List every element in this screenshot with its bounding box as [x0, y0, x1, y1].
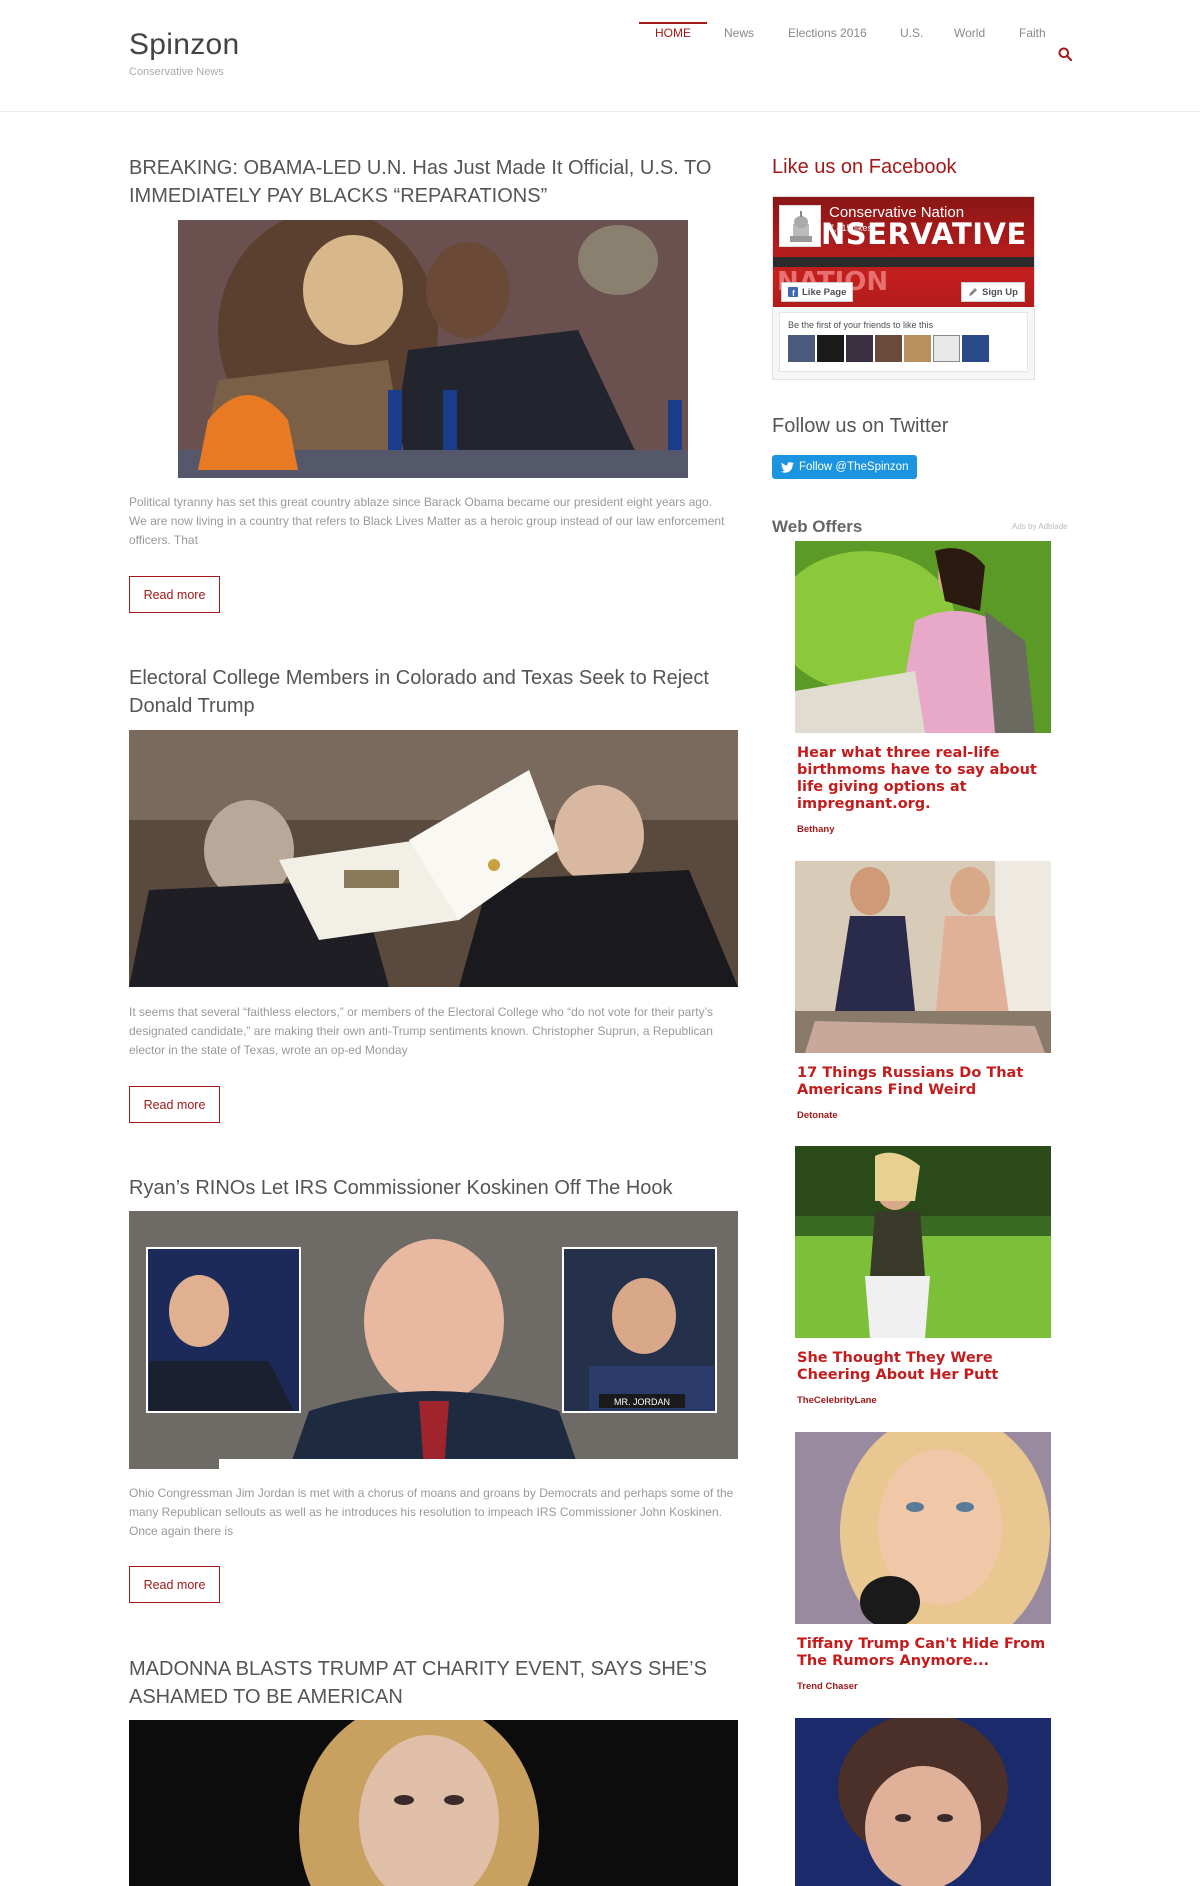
- facebook-icon: f: [788, 287, 798, 297]
- site-header: Spinzon Conservative News HOME News Elec…: [0, 0, 1200, 112]
- friend-avatar[interactable]: [962, 335, 989, 362]
- friend-avatar[interactable]: [875, 335, 902, 362]
- twitter-heading: Follow us on Twitter: [772, 415, 949, 437]
- ad-source[interactable]: Trend Chaser: [795, 1681, 1051, 1692]
- facebook-page-name[interactable]: Conservative Nation: [829, 204, 964, 221]
- friend-avatar[interactable]: [788, 335, 815, 362]
- image-caption-jordan: MR. JORDAN: [614, 1397, 670, 1407]
- site-tagline: Conservative News: [129, 66, 224, 78]
- ad-provider-label[interactable]: Ads by Adblade: [1012, 522, 1068, 531]
- nav-item-us[interactable]: U.S.: [900, 26, 923, 40]
- article-image[interactable]: MR. JORDAN: [129, 1211, 738, 1469]
- ad-headline[interactable]: 17 Things Russians Do That Americans Fin…: [795, 1065, 1051, 1099]
- capitol-logo-icon[interactable]: [779, 205, 821, 247]
- facebook-friends-panel: Be the first of your friends to like thi…: [779, 312, 1028, 372]
- friend-avatar[interactable]: [933, 335, 960, 362]
- ad-source[interactable]: TheCelebrityLane: [795, 1395, 1051, 1406]
- facebook-like-button[interactable]: f Like Page: [781, 282, 854, 302]
- article-excerpt: It seems that several “faithless elector…: [129, 1005, 714, 1057]
- ad-headline[interactable]: Tiffany Trump Can't Hide From The Rumors…: [795, 1636, 1051, 1670]
- facebook-like-count: 7,415 likes: [829, 223, 873, 233]
- brand[interactable]: Spinzon Conservative News: [129, 28, 240, 78]
- facebook-cover[interactable]: NSERVATIVE NATION Conservative Nation 7,…: [773, 197, 1034, 307]
- search-icon[interactable]: [1058, 47, 1072, 61]
- web-offers-heading: Web Offers: [772, 517, 863, 536]
- friend-avatar[interactable]: [904, 335, 931, 362]
- signup-button-label: Sign Up: [982, 286, 1018, 298]
- ad-image[interactable]: [795, 861, 1051, 1053]
- like-button-label: Like Page: [802, 286, 847, 298]
- nav-item-news[interactable]: News: [724, 26, 754, 40]
- ad-card[interactable]: Hear what three real-life birthmoms have…: [795, 541, 1051, 835]
- pencil-icon: [969, 288, 977, 296]
- ad-image[interactable]: [795, 1146, 1051, 1338]
- article-card: MADONNA BLASTS TRUMP AT CHARITY EVENT, S…: [129, 1655, 739, 1711]
- twitter-follow-button[interactable]: Follow @TheSpinzon: [772, 455, 918, 479]
- article-card: Electoral College Members in Colorado an…: [129, 664, 739, 720]
- ad-headline[interactable]: Hear what three real-life birthmoms have…: [795, 745, 1051, 813]
- nav-item-world[interactable]: World: [954, 26, 985, 40]
- facebook-signup-button[interactable]: Sign Up: [961, 282, 1025, 302]
- read-more-button[interactable]: Read more: [129, 1566, 220, 1603]
- article-card: BREAKING: OBAMA-LED U.N. Has Just Made I…: [129, 154, 739, 210]
- twitter-follow-label: Follow @TheSpinzon: [799, 461, 909, 473]
- facebook-friend-faces: [788, 335, 989, 362]
- nav-item-home[interactable]: HOME: [655, 26, 691, 40]
- article-title[interactable]: MADONNA BLASTS TRUMP AT CHARITY EVENT, S…: [129, 1655, 739, 1711]
- article-image[interactable]: [129, 730, 738, 987]
- svg-text:f: f: [792, 289, 795, 297]
- facebook-friends-text: Be the first of your friends to like thi…: [788, 320, 934, 330]
- friend-avatar[interactable]: [846, 335, 873, 362]
- article-title[interactable]: Electoral College Members in Colorado an…: [129, 664, 739, 720]
- ad-card[interactable]: Tiffany Trump Can't Hide From The Rumors…: [795, 1432, 1051, 1692]
- nav-item-elections-2016[interactable]: Elections 2016: [788, 26, 867, 40]
- facebook-heading: Like us on Facebook: [772, 156, 957, 178]
- site-name[interactable]: Spinzon: [129, 28, 240, 62]
- article-card: Ryan’s RINOs Let IRS Commissioner Koskin…: [129, 1174, 739, 1202]
- ad-source[interactable]: Detonate: [795, 1110, 1051, 1121]
- ad-card[interactable]: 17 Things Russians Do That Americans Fin…: [795, 861, 1051, 1121]
- article-excerpt: Ohio Congressman Jim Jordan is met with …: [129, 1486, 734, 1538]
- ad-source[interactable]: Bethany: [795, 824, 1051, 835]
- article-image[interactable]: [129, 1720, 738, 1886]
- ad-card[interactable]: [795, 1718, 1051, 1886]
- read-more-button[interactable]: Read more: [129, 1086, 220, 1123]
- ad-image[interactable]: [795, 541, 1051, 733]
- article-excerpt: Political tyranny has set this great cou…: [129, 495, 725, 547]
- nav-active-indicator: [639, 22, 707, 24]
- cover-strip: [773, 257, 1034, 267]
- article-image[interactable]: [178, 220, 688, 478]
- read-more-button[interactable]: Read more: [129, 576, 220, 613]
- facebook-widget: NSERVATIVE NATION Conservative Nation 7,…: [772, 196, 1035, 380]
- ad-image[interactable]: [795, 1718, 1051, 1886]
- article-title[interactable]: BREAKING: OBAMA-LED U.N. Has Just Made I…: [129, 154, 739, 210]
- twitter-bird-icon: [781, 461, 794, 473]
- article-title[interactable]: Ryan’s RINOs Let IRS Commissioner Koskin…: [129, 1174, 739, 1202]
- ad-headline[interactable]: She Thought They Were Cheering About Her…: [795, 1350, 1051, 1384]
- friend-avatar[interactable]: [817, 335, 844, 362]
- nav-item-faith[interactable]: Faith: [1019, 26, 1046, 40]
- ad-card[interactable]: She Thought They Were Cheering About Her…: [795, 1146, 1051, 1406]
- ad-image[interactable]: [795, 1432, 1051, 1624]
